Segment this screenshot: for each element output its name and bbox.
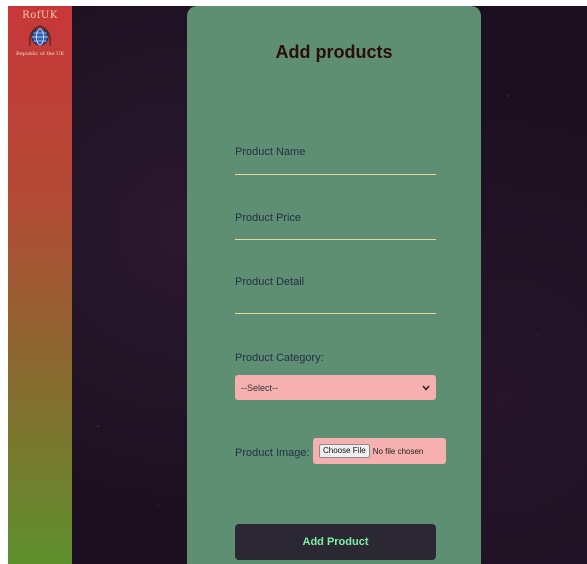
product-detail-label: Product Detail <box>235 276 305 288</box>
file-status: No file chosen <box>372 446 424 456</box>
product-category-label: Product Category: <box>235 352 324 364</box>
logo[interactable]: RofUK Republic of the UK <box>8 10 72 57</box>
chevron-down-icon <box>422 385 430 391</box>
add-product-form: Add products Product Name Product Price … <box>187 6 481 564</box>
product-price-field[interactable]: Product Price <box>235 212 436 242</box>
product-image-label: Product Image: <box>235 447 310 459</box>
page-title: Add products <box>275 42 393 62</box>
logo-subtitle: Republic of the UK <box>15 51 65 57</box>
product-image-input[interactable]: Choose File No file chosen <box>313 438 446 464</box>
add-product-button[interactable]: Add Product <box>235 524 436 560</box>
product-price-underline <box>235 239 436 240</box>
product-price-label: Product Price <box>235 212 302 224</box>
category-select-value: --Select-- <box>241 382 279 393</box>
product-detail-underline <box>235 313 436 314</box>
product-name-underline <box>235 174 436 175</box>
logo-title: RofUK <box>22 10 58 21</box>
product-category-field: Product Category: <box>235 352 436 366</box>
category-select[interactable]: --Select-- <box>235 375 436 400</box>
product-detail-field[interactable]: Product Detail <box>235 276 436 316</box>
product-name-field[interactable]: Product Name <box>235 146 436 176</box>
globe-icon <box>29 25 51 47</box>
choose-file-button[interactable]: Choose File <box>319 444 370 458</box>
page-background: RofUK Republic of the UK Add products Pr… <box>8 6 587 564</box>
sidebar: RofUK Republic of the UK <box>8 6 72 564</box>
product-name-label: Product Name <box>235 146 306 158</box>
